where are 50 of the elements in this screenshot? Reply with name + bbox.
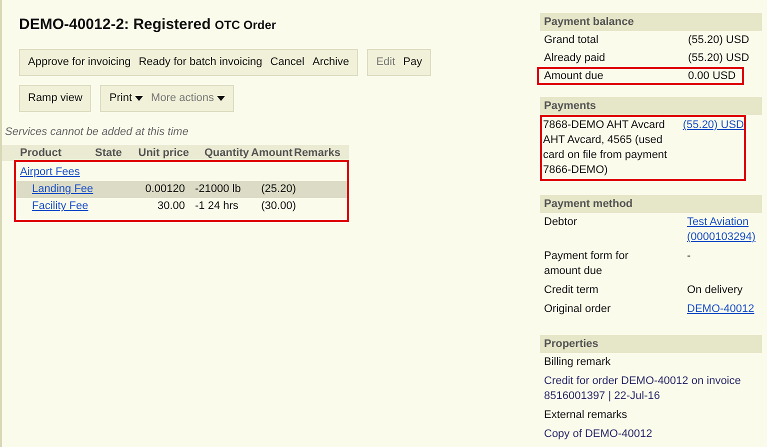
field-link[interactable]: Test Aviation (0000103294) xyxy=(687,215,761,245)
toolbar-button[interactable]: Approve for invoicing xyxy=(24,50,135,74)
product-link[interactable]: Landing Fee xyxy=(32,183,94,196)
section-header: Payment method xyxy=(540,195,762,213)
field-value: (55.20) USD xyxy=(688,32,750,48)
field-label: Already paid xyxy=(544,50,606,66)
section-header: Payment balance xyxy=(540,13,762,31)
field-value: 0.00 USD xyxy=(688,68,736,84)
product-link[interactable]: Facility Fee xyxy=(32,200,88,212)
payment-link[interactable]: (55.20) USD xyxy=(682,118,744,178)
toolbar-button[interactable]: Pay xyxy=(399,50,426,74)
table-cell: 30.00 xyxy=(157,200,185,212)
order-type: OTC Order xyxy=(214,17,276,34)
field-label: External remarks xyxy=(543,408,628,423)
field-value: On delivery xyxy=(687,283,744,298)
order-title: DEMO-40012-2: Registered xyxy=(19,15,211,35)
field-value: (55.20) USD xyxy=(688,50,750,66)
column-header: State xyxy=(95,146,123,161)
field-value: Credit for order DEMO-40012 on invoice 8516001397 | 22-Jul-16 xyxy=(543,374,742,404)
table-row[interactable]: Landing Fee 0.00120 -21000 lb (25.20) xyxy=(16,181,347,198)
toolbar-button[interactable]: Cancel xyxy=(266,50,308,74)
toolbar-button[interactable]: Print xyxy=(105,86,148,110)
column-header: Remarks xyxy=(294,146,342,161)
field-label: Payment form for amount due xyxy=(544,249,630,279)
table-cell: 0.00120 xyxy=(145,183,185,196)
payment-description: 7868-DEMO AHT Avcard AHT Avcard, 4565 (used card on file from payment 7866-DEMO) xyxy=(543,118,668,178)
field-label: Debtor xyxy=(544,215,578,230)
notice-text: Services cannot be added at this time xyxy=(5,124,190,140)
field-link[interactable]: DEMO-40012 xyxy=(687,302,761,317)
field-label: Grand total xyxy=(544,32,600,48)
column-header: Unit price xyxy=(137,146,190,161)
toolbar-button[interactable]: Archive xyxy=(308,50,354,74)
toolbar-button[interactable]: Ramp view xyxy=(24,86,86,110)
product-link[interactable]: Airport Fees xyxy=(16,164,80,181)
field-label: Billing remark xyxy=(543,355,612,370)
table-cell: (30.00) xyxy=(261,200,296,212)
column-header: Quantity xyxy=(203,146,250,161)
section-header: Properties xyxy=(540,335,762,353)
table-cell: -21000 lb xyxy=(195,183,241,196)
table-cell: -1 24 hrs xyxy=(195,200,238,212)
field-label: Original order xyxy=(544,302,612,317)
field-value: Copy of DEMO-40012 xyxy=(543,427,654,442)
toolbar-button[interactable]: Ready for batch invoicing xyxy=(134,50,266,74)
column-header: Amount xyxy=(251,146,294,161)
section-header: Payments xyxy=(540,97,762,115)
field-value: - xyxy=(687,249,692,264)
field-label: Credit term xyxy=(544,283,600,298)
field-label: Amount due xyxy=(544,68,604,84)
table-cell: (25.20) xyxy=(261,183,296,196)
column-header: Product xyxy=(20,146,63,161)
